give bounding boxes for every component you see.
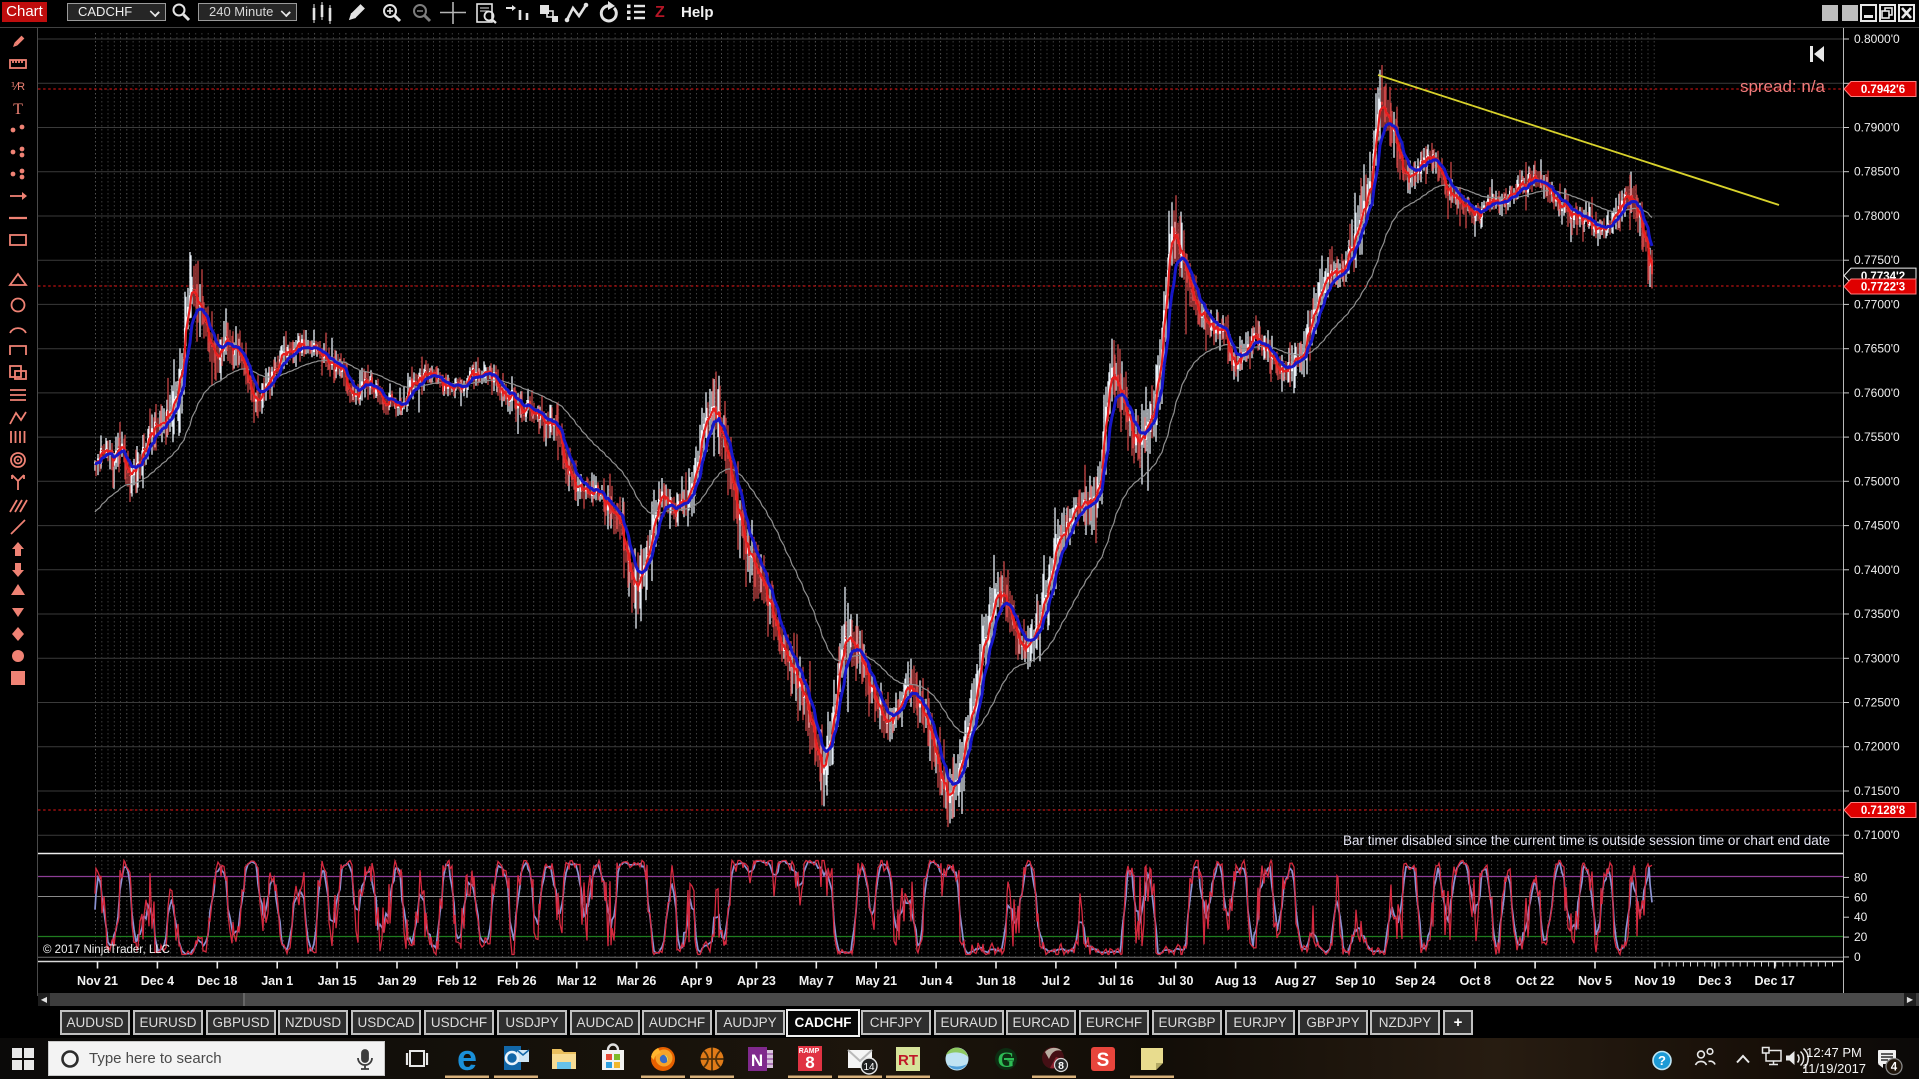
- svg-text:80: 80: [1854, 870, 1868, 884]
- svg-text:T: T: [13, 101, 23, 118]
- svg-text:0.7128'8: 0.7128'8: [1861, 805, 1906, 817]
- svg-text:60: 60: [1854, 890, 1868, 904]
- svg-text:Feb 26: Feb 26: [497, 974, 537, 988]
- svg-text:Jun 18: Jun 18: [976, 974, 1016, 988]
- svg-text:Jan 1: Jan 1: [261, 974, 293, 988]
- svg-text:Jul 30: Jul 30: [1158, 974, 1193, 988]
- svg-text:Jul 2: Jul 2: [1042, 974, 1071, 988]
- svg-text:?: ?: [1658, 1053, 1666, 1068]
- svg-text:0.7850'0: 0.7850'0: [1854, 165, 1900, 179]
- svg-text:Dec 17: Dec 17: [1755, 974, 1795, 988]
- svg-text:8: 8: [805, 1053, 814, 1072]
- svg-text:⅟R: ⅟R: [11, 81, 25, 93]
- svg-text:Sep 10: Sep 10: [1335, 974, 1375, 988]
- svg-text:Dec 3: Dec 3: [1698, 974, 1731, 988]
- svg-text:0.7700'0: 0.7700'0: [1854, 297, 1900, 311]
- svg-text:0.7750'0: 0.7750'0: [1854, 253, 1900, 267]
- svg-text:Oct 22: Oct 22: [1516, 974, 1554, 988]
- svg-text:0.7942'6: 0.7942'6: [1861, 84, 1905, 96]
- svg-text:May 21: May 21: [855, 974, 897, 988]
- svg-text:0.7250'0: 0.7250'0: [1854, 696, 1900, 710]
- svg-text:Nov 5: Nov 5: [1578, 974, 1612, 988]
- svg-text:0.7200'0: 0.7200'0: [1854, 740, 1900, 754]
- svg-text:Oct 8: Oct 8: [1460, 974, 1491, 988]
- svg-text:Dec 4: Dec 4: [141, 974, 174, 988]
- svg-text:Mar 12: Mar 12: [557, 974, 597, 988]
- svg-text:0.7600'0: 0.7600'0: [1854, 386, 1900, 400]
- svg-text:Nov 19: Nov 19: [1634, 974, 1675, 988]
- svg-text:Apr 23: Apr 23: [737, 974, 776, 988]
- svg-text:spread: n/a: spread: n/a: [1740, 77, 1826, 96]
- svg-text:12:47 PM: 12:47 PM: [1806, 1045, 1862, 1060]
- svg-text:Sep 24: Sep 24: [1395, 974, 1435, 988]
- svg-text:4: 4: [1891, 1062, 1898, 1074]
- svg-text:0.7500'0: 0.7500'0: [1854, 474, 1900, 488]
- svg-text:Jul 16: Jul 16: [1098, 974, 1133, 988]
- svg-text:Mar 26: Mar 26: [617, 974, 657, 988]
- svg-text:Nov 21: Nov 21: [77, 974, 118, 988]
- svg-text:20: 20: [1854, 930, 1868, 944]
- svg-text:40: 40: [1854, 910, 1868, 924]
- svg-text:Dec 18: Dec 18: [197, 974, 237, 988]
- svg-text:0.7100'0: 0.7100'0: [1854, 828, 1900, 842]
- svg-text:Jan 29: Jan 29: [378, 974, 417, 988]
- svg-text:Jan 15: Jan 15: [318, 974, 357, 988]
- svg-text:0.7350'0: 0.7350'0: [1854, 607, 1900, 621]
- svg-text:0.7900'0: 0.7900'0: [1854, 121, 1900, 135]
- svg-text:14: 14: [863, 1062, 875, 1073]
- svg-text:May 7: May 7: [799, 974, 834, 988]
- svg-text:RT: RT: [898, 1052, 918, 1069]
- svg-text:Apr 9: Apr 9: [681, 974, 713, 988]
- svg-text:S: S: [1097, 1050, 1110, 1071]
- svg-text:0.7550'0: 0.7550'0: [1854, 430, 1900, 444]
- svg-text:0.7450'0: 0.7450'0: [1854, 519, 1900, 533]
- svg-text:0.7650'0: 0.7650'0: [1854, 342, 1900, 356]
- svg-text:© 2017 NinjaTrader, LLC: © 2017 NinjaTrader, LLC: [43, 944, 170, 956]
- svg-text:Aug 13: Aug 13: [1215, 974, 1257, 988]
- svg-text:Bar timer disabled since the c: Bar timer disabled since the current tim…: [1343, 833, 1830, 848]
- svg-text:0.8000'0: 0.8000'0: [1854, 32, 1900, 46]
- svg-text:0.7722'3: 0.7722'3: [1861, 282, 1905, 294]
- svg-text:N: N: [751, 1051, 763, 1070]
- svg-text:11/19/2017: 11/19/2017: [1802, 1061, 1866, 1076]
- svg-text:0.7150'0: 0.7150'0: [1854, 784, 1900, 798]
- svg-text:Aug 27: Aug 27: [1275, 974, 1317, 988]
- svg-text:0: 0: [1854, 950, 1861, 964]
- svg-text:0.7300'0: 0.7300'0: [1854, 651, 1900, 665]
- svg-text:Feb 12: Feb 12: [437, 974, 477, 988]
- svg-text:8: 8: [1058, 1060, 1064, 1072]
- svg-text:e: e: [457, 1038, 477, 1078]
- svg-text:0.7400'0: 0.7400'0: [1854, 563, 1900, 577]
- svg-text:0.7800'0: 0.7800'0: [1854, 209, 1900, 223]
- svg-text:Jun 4: Jun 4: [920, 974, 953, 988]
